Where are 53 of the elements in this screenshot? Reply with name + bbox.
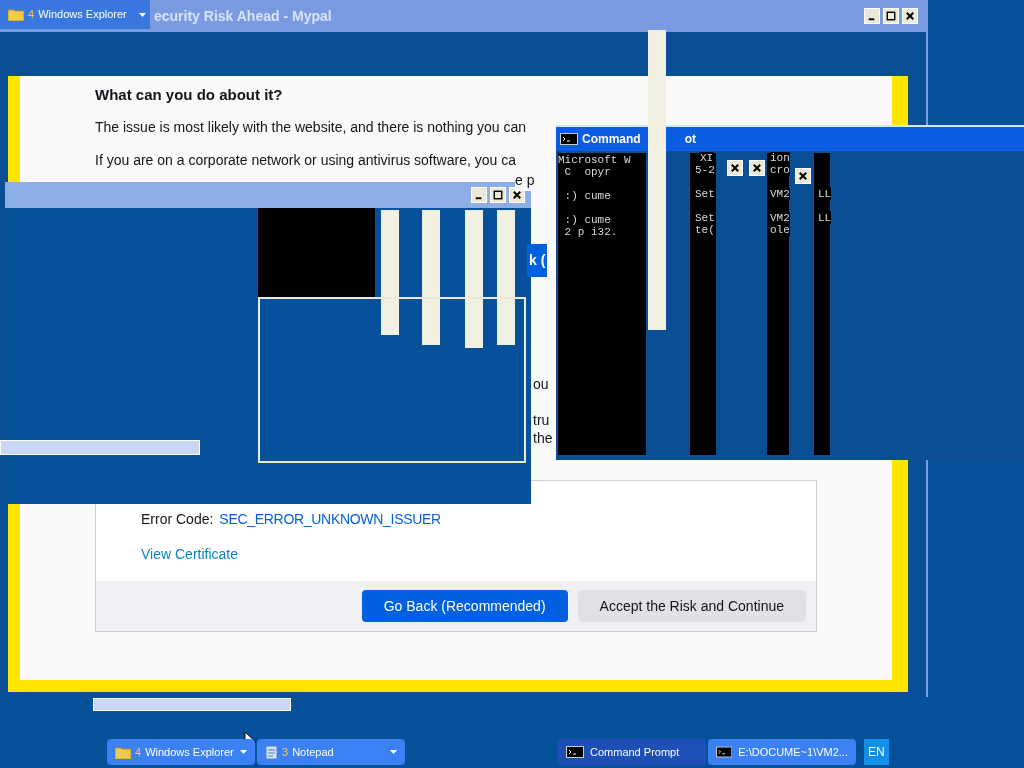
paragraph: If you are on a corporate network or using antivirus software, you ca [95,152,517,169]
console-fragment: 5-2 [695,164,715,176]
folder-icon [115,745,131,759]
console-line: C opyr [563,166,611,178]
console-fragment: ole [770,224,790,236]
heading: What can you do about it? [95,86,284,103]
close-button[interactable] [727,160,743,176]
button-label: Windows Explorer [38,7,127,23]
view-certificate-link[interactable]: View Certificate [141,544,238,565]
console-fragment: ion [770,152,790,164]
taskbar-button[interactable]: 3 Notepad [257,739,405,765]
console-fragment: VM2 [770,212,790,224]
close-button[interactable] [902,8,918,24]
console-fragment: LL [818,212,832,224]
go-back-button[interactable]: Go Back (Recommended) [361,590,568,622]
console-line: :) cume [563,214,611,226]
maximize-button[interactable] [883,8,899,24]
partial-button[interactable]: k ( [527,244,548,277]
console-fragment: te( [695,224,715,236]
caret-icon [139,12,146,17]
button-count: 4 [28,7,35,23]
console-fragment: cro [770,164,790,176]
window-title: ecurity Risk Ahead - Mypal [154,6,332,26]
minimize-button[interactable] [471,187,487,203]
console-fragment: XI [700,152,714,164]
paragraph: The issue is most likely with the website, and there is nothing you can [95,119,527,136]
console-icon [566,746,584,758]
notepad-icon [265,744,278,760]
taskbar-button[interactable]: E:\DOCUME~1\VM2... [708,739,856,765]
console-fragment: LL [818,188,832,200]
console-line: :) cume [563,190,611,202]
caret-icon [240,750,247,754]
console-fragment: VM2 [770,188,790,200]
console-icon [560,133,578,145]
taskbar-button[interactable]: 4 Windows Explorer [107,739,255,765]
console-icon [716,746,733,758]
error-label: Error Code: [141,510,214,529]
console-line: 2 p i32. [563,226,618,238]
console-title: Command [582,131,641,148]
minimize-button[interactable] [864,8,880,24]
accept-risk-button[interactable]: Accept the Risk and Continue [577,590,806,622]
ghost-taskbar-button[interactable]: 4 Windows Explorer [0,0,150,29]
console-fragment: Set [695,188,715,200]
taskbar-button[interactable]: Command Prompt [558,739,706,765]
caret-icon [390,750,397,754]
console-title-fragment: ot [684,131,696,148]
console-line: Microsoft W [558,154,631,166]
language-indicator[interactable]: EN [864,739,889,765]
folder-icon [8,8,24,21]
console-fragment: Set [695,212,715,224]
maximize-button[interactable] [490,187,506,203]
close-button[interactable] [795,168,811,184]
close-button[interactable] [749,160,765,176]
